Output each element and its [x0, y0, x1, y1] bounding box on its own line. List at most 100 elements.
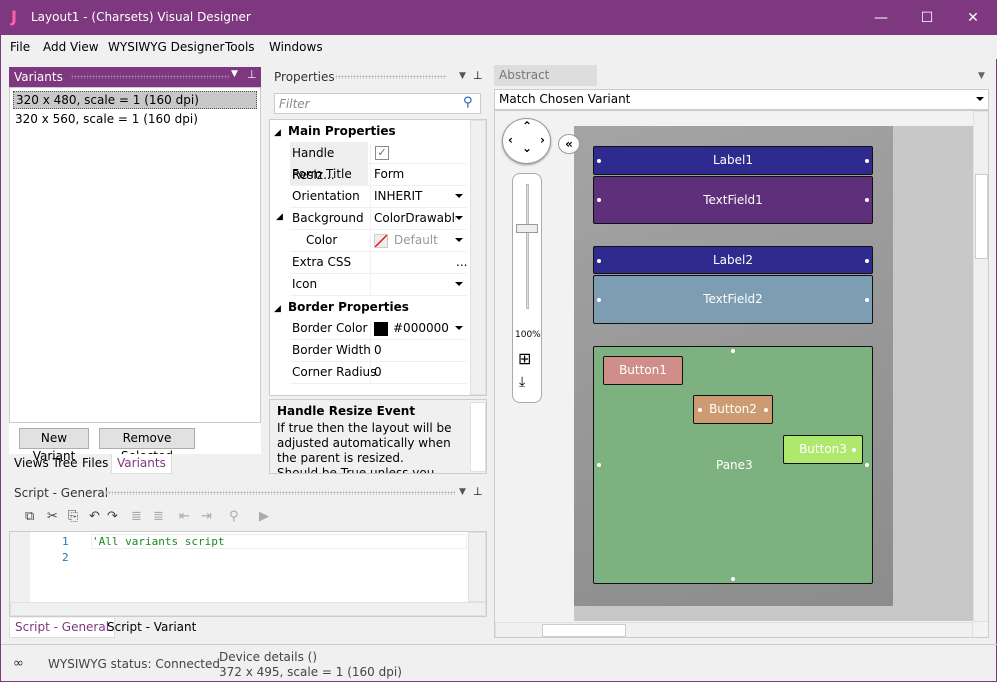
- variant-item[interactable]: 320 x 480, scale = 1 (160 dpi): [13, 91, 257, 109]
- menu-add-view[interactable]: Add View: [43, 40, 99, 54]
- designer-hscrollbar[interactable]: [495, 622, 973, 637]
- property-grid-scrollbar[interactable]: [470, 120, 486, 395]
- group-main-properties[interactable]: ◢ Main Properties: [274, 124, 396, 138]
- download-icon[interactable]: ⤓: [519, 374, 525, 390]
- close-button[interactable]: ✕: [950, 1, 996, 35]
- filter-placeholder: Filter: [279, 97, 310, 111]
- dropdown-icon[interactable]: ▼: [978, 71, 985, 81]
- property-row[interactable]: Background ColorDrawable: [290, 208, 467, 230]
- designer-vscrollbar[interactable]: [973, 111, 988, 622]
- window-title: Layout1 - (Charsets) Visual Designer: [31, 10, 251, 24]
- description-scrollbar[interactable]: [470, 402, 486, 472]
- zoom-slider-handle[interactable]: [516, 224, 538, 233]
- variant-item[interactable]: 320 x 560, scale = 1 (160 dpi): [15, 111, 198, 127]
- dropdown-icon[interactable]: ▼: [459, 487, 466, 497]
- chevron-down-icon: [455, 194, 463, 198]
- run-icon[interactable]: ▶: [259, 509, 269, 524]
- property-row[interactable]: Handle Resiz... ✓: [290, 142, 467, 186]
- maximize-button[interactable]: ☐: [904, 1, 950, 35]
- property-row[interactable]: Corner Radius 0: [290, 362, 467, 384]
- outdent-icon[interactable]: ⇤: [179, 509, 190, 524]
- dropdown-icon[interactable]: ▼: [459, 71, 466, 81]
- group-border-properties[interactable]: ◢ Border Properties: [274, 300, 409, 314]
- editor-hscrollbar[interactable]: [10, 602, 486, 616]
- chevron-down-icon: [455, 238, 463, 242]
- property-grid: ◢ Main Properties Handle Resiz... ✓ Form T…: [269, 119, 487, 396]
- properties-panel-header: Properties ▼ ⊥: [269, 67, 487, 87]
- title-bar: J Layout1 - (Charsets) Visual Designer —…: [1, 1, 997, 35]
- pin-icon[interactable]: ⊥: [473, 69, 483, 82]
- new-variant-button[interactable]: New Variant: [19, 428, 89, 463]
- checkbox[interactable]: ✓: [375, 146, 389, 160]
- description-text: If true then the layout will be adjusted…: [277, 421, 452, 474]
- property-row[interactable]: Extra CSS...: [290, 252, 467, 274]
- fit-icon[interactable]: ⊞: [518, 349, 531, 368]
- variants-panel-header: Variants ▼ ⊥: [9, 67, 261, 87]
- filter-input[interactable]: Filter ⚲: [274, 93, 481, 114]
- widget-textfield1[interactable]: TextField1: [593, 176, 873, 224]
- dropdown-icon[interactable]: ▼: [231, 69, 238, 79]
- widget-label2[interactable]: Label2: [593, 246, 873, 274]
- comment-icon[interactable]: ≣: [131, 509, 142, 524]
- pan-control[interactable]: ⌃ ‹ › ⌄: [502, 118, 551, 164]
- paste-icon[interactable]: ⎘: [68, 509, 78, 524]
- device-details-info: 372 x 495, scale = 1 (160 dpi): [219, 665, 402, 679]
- zoom-level: 100%: [515, 330, 541, 340]
- device-details-title: Device details (): [219, 650, 318, 664]
- redo-icon[interactable]: ↷: [107, 509, 118, 524]
- tab-script-variant[interactable]: Script - Variant: [102, 618, 201, 637]
- chevron-down-icon: [455, 282, 463, 286]
- chevron-down-icon: [976, 97, 984, 101]
- property-row[interactable]: Border Color #000000: [290, 318, 467, 340]
- minimize-button[interactable]: —: [858, 1, 904, 35]
- tab-views-tree[interactable]: Views Tree: [9, 454, 83, 473]
- wysiwyg-status: WYSIWYG status: Connected: [48, 657, 221, 671]
- script-panel-header: Script - General ▼ ⊥: [9, 483, 487, 503]
- property-row[interactable]: Orientation INHERIT: [290, 186, 467, 208]
- chevron-down-icon: [455, 216, 463, 220]
- cut-icon[interactable]: ✂: [47, 509, 58, 524]
- menu-wysiwyg-designer[interactable]: WYSIWYG Designer: [108, 40, 224, 54]
- property-row[interactable]: Icon: [290, 274, 467, 296]
- indent-icon[interactable]: ⇥: [201, 509, 212, 524]
- remove-selected-button[interactable]: Remove Selected: [99, 428, 195, 463]
- widget-textfield2[interactable]: TextField2: [593, 275, 873, 324]
- pin-icon[interactable]: ⊥: [473, 485, 483, 498]
- widget-label1[interactable]: Label1: [593, 146, 873, 175]
- pin-icon[interactable]: ⊥: [247, 68, 257, 81]
- tab-script-general[interactable]: Script - General: [9, 618, 116, 638]
- undo-icon[interactable]: ↶: [89, 509, 100, 524]
- color-swatch-icon: [374, 234, 388, 248]
- property-row[interactable]: Color Default: [290, 230, 467, 252]
- property-row[interactable]: Form Title Form: [290, 164, 467, 186]
- collapse-icon[interactable]: «: [558, 134, 580, 154]
- uncomment-icon[interactable]: ≣: [153, 509, 164, 524]
- property-row[interactable]: Border Width 0: [290, 340, 467, 362]
- widget-button3[interactable]: Button3: [783, 435, 863, 464]
- search-icon: ⚲: [463, 95, 473, 110]
- properties-title: Properties: [274, 70, 335, 84]
- variant-select[interactable]: Match Chosen Variant: [494, 89, 989, 110]
- tab-variants[interactable]: Variants: [111, 454, 172, 474]
- variants-list: 320 x 480, scale = 1 (160 dpi) 320 x 560…: [9, 87, 261, 423]
- menu-bar: File Add View WYSIWYG Designer Tools Win…: [1, 35, 997, 59]
- editor-vscrollbar[interactable]: [468, 532, 486, 602]
- property-description: Handle Resize Event If true then the lay…: [269, 399, 487, 474]
- menu-tools[interactable]: Tools: [225, 40, 255, 54]
- zoom-control: 100% ⊞ ⤓: [512, 173, 542, 403]
- description-title: Handle Resize Event: [277, 404, 416, 418]
- app-logo: J: [11, 7, 17, 26]
- variants-button-row: New Variant Remove Selected: [9, 423, 261, 463]
- link-icon: ∞: [13, 656, 24, 671]
- tab-abstract-designer[interactable]: Abstract Designer: [494, 65, 597, 103]
- widget-button2[interactable]: Button2: [693, 395, 773, 424]
- menu-file[interactable]: File: [10, 40, 30, 54]
- menu-windows[interactable]: Windows: [269, 40, 323, 54]
- tab-files[interactable]: Files: [77, 454, 113, 473]
- code-line[interactable]: 'All variants script: [91, 534, 467, 549]
- code-editor[interactable]: 12 'All variants script: [9, 531, 487, 617]
- copy-icon[interactable]: ⧉: [25, 509, 34, 524]
- widget-button1[interactable]: Button1: [603, 356, 683, 385]
- search-icon[interactable]: ⚲: [229, 509, 239, 524]
- variants-title: Variants: [14, 70, 63, 84]
